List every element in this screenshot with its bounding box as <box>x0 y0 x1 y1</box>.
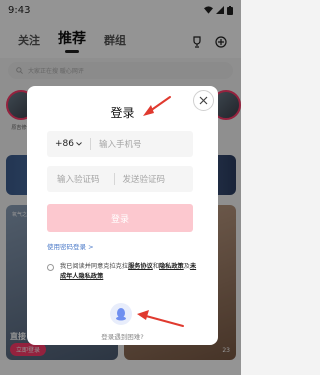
country-code-select[interactable]: +86 <box>55 139 82 149</box>
send-code-button[interactable]: 发送验证码 <box>123 173 166 185</box>
dialog-title: 登录 <box>110 106 135 120</box>
agreement-row: 我已阅读并同意克拉克拉服务协议和隐私政策及未成年人隐私政策 <box>47 262 197 282</box>
code-input[interactable]: 输入验证码 <box>57 173 100 185</box>
agreement-text: 我已阅读并同意克拉克拉服务协议和隐私政策及未成年人隐私政策 <box>60 262 197 282</box>
login-dialog: 登录 +86 输入手机号 输入验证码 发送验证码 登录 使用密码登录 > 我已阅… <box>27 86 218 345</box>
login-button[interactable]: 登录 <box>47 204 193 232</box>
privacy-link[interactable]: 隐私政策 <box>159 263 184 270</box>
country-code: +86 <box>55 139 74 149</box>
agreement-checkbox[interactable] <box>47 264 54 271</box>
phone-field[interactable]: +86 输入手机号 <box>47 131 193 157</box>
code-field: 输入验证码 发送验证码 <box>47 166 193 192</box>
close-icon <box>199 96 208 105</box>
terms-link[interactable]: 服务协议 <box>128 263 153 270</box>
divider <box>113 173 115 185</box>
qq-login-button[interactable] <box>110 303 132 325</box>
agreement-prefix: 我已阅读并同意克拉克拉 <box>60 263 129 270</box>
phone-input[interactable]: 输入手机号 <box>99 138 142 150</box>
close-button[interactable] <box>193 90 214 111</box>
password-login-link[interactable]: 使用密码登录 > <box>47 241 94 251</box>
divider <box>90 138 91 150</box>
login-trouble-link[interactable]: 登录遇到困难? <box>27 331 218 341</box>
qq-icon <box>116 308 126 321</box>
chevron-down-icon <box>76 142 82 146</box>
